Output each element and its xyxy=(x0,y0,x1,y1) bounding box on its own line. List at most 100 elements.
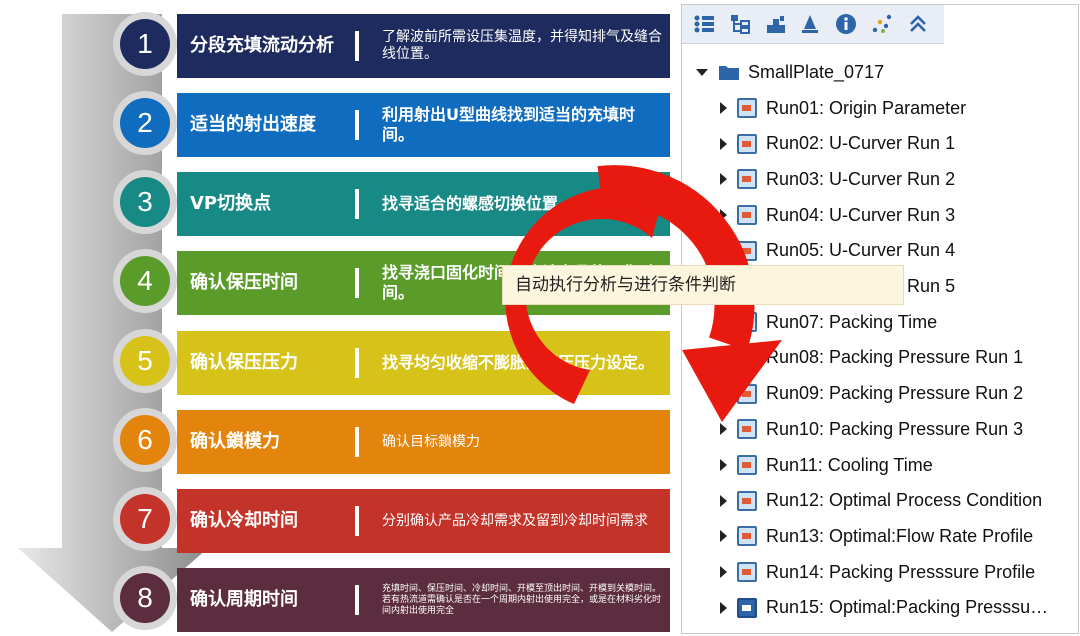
tree-run-label: Run12: Optimal Process Condition xyxy=(766,490,1043,511)
step-number: 7 xyxy=(120,494,170,544)
step-band: VP切换点 找寻适合的螺感切换位置。 xyxy=(177,172,670,236)
tree-run-node[interactable]: Run11: Cooling Time xyxy=(720,450,933,480)
expand-arrow-icon[interactable] xyxy=(720,173,727,186)
expand-arrow-icon[interactable] xyxy=(720,137,727,150)
process-step-6: 6 确认鎖模力 确认目标鎖模力 xyxy=(113,408,670,476)
step-divider xyxy=(355,348,359,378)
step-band: 确认周期时间 充填时间、保压时间、冷却时间、开模至顶出时间、开模到关模时间。若有热… xyxy=(177,568,670,632)
expand-arrow-icon[interactable] xyxy=(720,566,727,579)
expand-arrow-icon[interactable] xyxy=(720,601,727,614)
process-step-2: 2 适当的射出速度 利用射出U型曲线找到适当的充填时间。 xyxy=(113,91,670,159)
step-number: 3 xyxy=(120,177,170,227)
step-number: 4 xyxy=(120,256,170,306)
process-step-3: 3 VP切换点 找寻适合的螺感切换位置。 xyxy=(113,170,670,238)
step-number: 5 xyxy=(120,336,170,386)
injection-icon[interactable] xyxy=(796,10,824,38)
tree-run-node[interactable]: Run15: Optimal:Packing Presssu… xyxy=(720,593,1048,623)
run-icon xyxy=(737,347,757,368)
tree-run-node[interactable]: Run07: Packing Time xyxy=(720,307,937,337)
expand-arrow-icon[interactable] xyxy=(720,530,727,543)
step-divider xyxy=(355,506,359,536)
tree-run-label: Run02: U-Curver Run 1 xyxy=(766,133,956,154)
info-icon[interactable] xyxy=(832,10,860,38)
tree-run-node[interactable]: Run13: Optimal:Flow Rate Profile xyxy=(720,521,1033,551)
step-title: 适当的射出速度 xyxy=(190,114,316,135)
run-icon xyxy=(737,240,757,261)
step-number-badge: 2 xyxy=(113,91,177,155)
run-icon xyxy=(737,133,757,154)
expand-arrow-icon[interactable] xyxy=(720,494,727,507)
collapse-up-icon[interactable] xyxy=(904,10,932,38)
tree-run-label: Run01: Origin Parameter xyxy=(766,97,967,118)
step-number-badge: 5 xyxy=(113,329,177,393)
tree-run-node[interactable]: Run14: Packing Presssure Profile xyxy=(720,557,1035,587)
step-divider xyxy=(355,268,359,298)
step-description: 充填时间、保压时间、冷却时间、开模至顶出时间、开模到关模时间。若有热流道需确认是… xyxy=(382,583,662,616)
step-title: 分段充填流动分析 xyxy=(190,35,334,56)
step-divider xyxy=(355,585,359,615)
step-title: 确认保压压力 xyxy=(190,352,298,373)
tree-run-label: Run15: Optimal:Packing Presssu… xyxy=(766,597,1049,618)
expand-arrow-icon[interactable] xyxy=(720,387,727,400)
step-band: 确认保压压力 找寻均匀收缩不膨胀的保压压力设定。 xyxy=(177,331,670,395)
mold-icon[interactable] xyxy=(762,10,790,38)
process-step-8: 8 确认周期时间 充填时间、保压时间、冷却时间、开模至顶出时间、开模到关模时间。若有… xyxy=(113,566,670,634)
step-number: 1 xyxy=(120,19,170,69)
run-icon xyxy=(737,169,757,190)
tree-run-node[interactable]: Run09: Packing Pressure Run 2 xyxy=(720,379,1023,409)
expand-arrow-icon[interactable] xyxy=(720,244,727,257)
expand-arrow-icon[interactable] xyxy=(720,102,727,114)
expand-arrow-icon[interactable] xyxy=(720,316,727,329)
run-icon xyxy=(737,455,757,475)
tree-run-node[interactable]: Run10: Packing Pressure Run 3 xyxy=(720,414,1023,444)
step-number-badge: 1 xyxy=(113,12,177,76)
step-divider xyxy=(355,110,359,140)
step-description: 了解波前所需设压集温度，并得知排气及缝合线位置。 xyxy=(382,29,662,62)
expand-arrow-icon[interactable] xyxy=(720,209,727,222)
tree-run-label: Run11: Cooling Time xyxy=(766,454,933,475)
step-number: 2 xyxy=(120,98,170,148)
folder-icon xyxy=(719,66,739,80)
tree-run-node[interactable]: Run08: Packing Pressure Run 1 xyxy=(720,343,1023,373)
scatter-icon[interactable] xyxy=(868,10,896,38)
tree-run-node[interactable]: Run03: U-Curver Run 2 xyxy=(720,164,955,194)
expand-arrow-icon[interactable] xyxy=(696,68,708,76)
step-number-badge: 6 xyxy=(113,408,177,472)
list-icon[interactable] xyxy=(690,10,718,38)
step-title: 确认鎖模力 xyxy=(190,431,280,452)
tree-run-node[interactable]: Run04: U-Curver Run 3 xyxy=(720,200,955,230)
step-band: 确认鎖模力 确认目标鎖模力 xyxy=(177,410,670,474)
step-band: 分段充填流动分析 了解波前所需设压集温度，并得知排气及缝合线位置。 xyxy=(177,14,670,78)
tree-run-node[interactable]: Run05: U-Curver Run 4 xyxy=(720,236,955,266)
tree-run-label: Run14: Packing Presssure Profile xyxy=(766,561,1036,582)
step-band: 确认冷却时间 分别确认产品冷却需求及留到冷却时间需求 xyxy=(177,489,670,553)
step-description: 找寻均匀收缩不膨胀的保压压力设定。 xyxy=(382,353,655,372)
process-step-1: 1 分段充填流动分析 了解波前所需设压集温度，并得知排气及缝合线位置。 xyxy=(113,12,670,80)
tree-root-node[interactable]: SmallPlate_0717 xyxy=(696,57,884,87)
tree-run-node[interactable]: Run01: Origin Parameter xyxy=(720,93,966,123)
run-icon xyxy=(737,526,757,547)
run-icon xyxy=(737,419,757,440)
tree-run-node[interactable]: Run02: U-Curver Run 1 xyxy=(720,129,955,159)
tree-run-label: Run13: Optimal:Flow Rate Profile xyxy=(766,525,1034,546)
step-title: 确认冷却时间 xyxy=(190,510,298,531)
run-icon xyxy=(737,562,757,583)
step-number-badge: 4 xyxy=(113,249,177,313)
tree-run-label: Run04: U-Curver Run 3 xyxy=(766,204,956,225)
process-step-5: 5 确认保压压力 找寻均匀收缩不膨胀的保压压力设定。 xyxy=(113,329,670,397)
expand-arrow-icon[interactable] xyxy=(720,423,727,436)
run-icon xyxy=(737,490,757,511)
step-description: 确认目标鎖模力 xyxy=(382,433,480,450)
tree-structure-icon[interactable] xyxy=(726,10,754,38)
tree-run-label: Run10: Packing Pressure Run 3 xyxy=(766,418,1024,439)
step-band: 适当的射出速度 利用射出U型曲线找到适当的充填时间。 xyxy=(177,93,670,157)
step-divider xyxy=(355,427,359,457)
auto-analysis-tooltip: 自动执行分析与进行条件判断 xyxy=(502,265,904,305)
tree-run-node[interactable]: Run12: Optimal Process Condition xyxy=(720,486,1042,516)
tree-root-label: SmallPlate_0717 xyxy=(748,61,885,82)
step-title: 确认保压时间 xyxy=(190,272,298,293)
process-step-7: 7 确认冷却时间 分别确认产品冷却需求及留到冷却时间需求 xyxy=(113,487,670,555)
expand-arrow-icon[interactable] xyxy=(720,351,727,364)
run-icon xyxy=(737,98,757,118)
expand-arrow-icon[interactable] xyxy=(720,459,727,471)
